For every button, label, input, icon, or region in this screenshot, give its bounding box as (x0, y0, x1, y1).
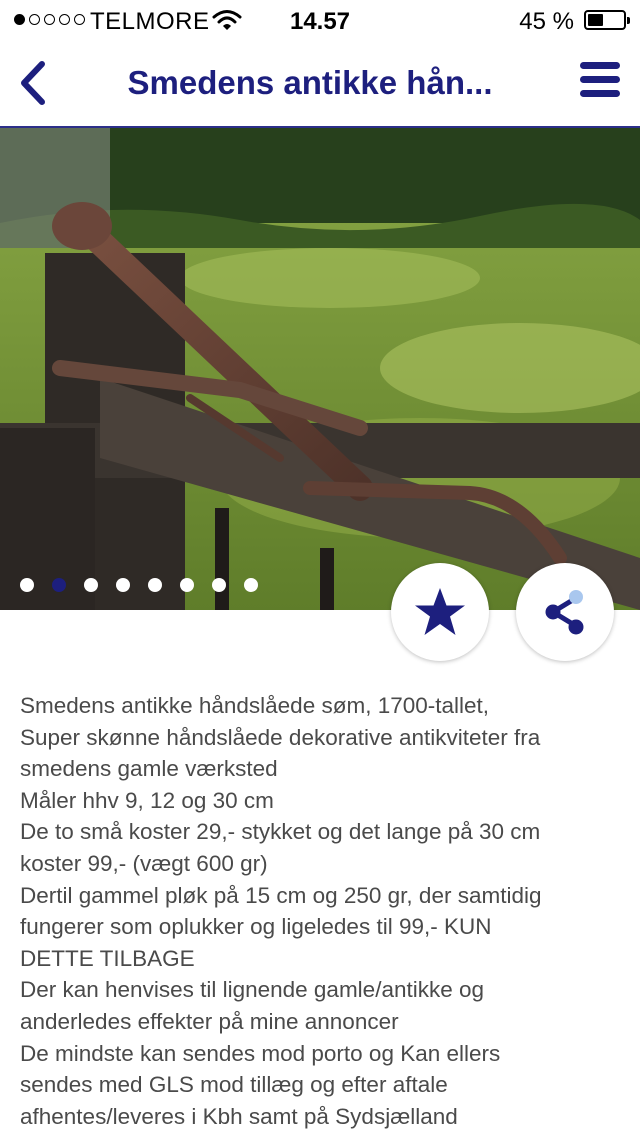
navigation-bar: Smedens antikke hån... (0, 40, 640, 128)
description-line: Måler hhv 9, 12 og 30 cm (20, 787, 274, 813)
back-button[interactable] (8, 54, 58, 112)
menu-button[interactable] (580, 62, 620, 104)
description-line: fungerer som oplukker og ligeledes til 9… (20, 914, 492, 940)
star-icon (415, 588, 465, 635)
description-line: koster 99,- (vægt 600 gr) (20, 850, 268, 876)
pager-dot[interactable] (212, 578, 226, 592)
gallery-pager (20, 578, 258, 592)
description-line: Der kan henvises til lignende gamle/anti… (20, 977, 485, 1003)
pager-dot[interactable] (116, 578, 130, 592)
pager-dot[interactable] (84, 578, 98, 592)
description-line: De to små koster 29,- stykket og det lan… (20, 819, 541, 845)
battery-icon (584, 10, 630, 30)
share-icon (545, 590, 584, 635)
hamburger-menu-icon (580, 62, 620, 69)
pager-dot[interactable] (20, 578, 34, 592)
description-line: Super skønne håndslåede dekorative antik… (20, 724, 541, 750)
battery-percentage: 45 % (519, 8, 574, 35)
listing-photo[interactable] (0, 128, 640, 610)
page-title: Smedens antikke hån... (127, 64, 493, 101)
pager-dot[interactable] (52, 578, 66, 592)
pager-dot[interactable] (244, 578, 258, 592)
description-line: Dertil gammel pløk på 15 cm og 250 gr, d… (20, 882, 542, 908)
description-line: sendes med GLS mod tillæg og efter aftal… (20, 1072, 448, 1098)
description-line: Smedens antikke håndslåede søm, 1700-tal… (20, 693, 490, 718)
description-line: afhentes/leveres i Kbh samt på Sydsjælla… (20, 1103, 458, 1129)
description-line: smedens gamle værksted (20, 756, 278, 782)
description-line: De mindste kan sendes mod porto og Kan e… (20, 1040, 501, 1066)
listing-description: Smedens antikke håndslåede søm, 1700-tal… (20, 690, 630, 1132)
description-line: DETTE TILBAGE (20, 945, 195, 971)
pager-dot[interactable] (180, 578, 194, 592)
chevron-left-icon (21, 61, 45, 105)
pager-dot[interactable] (148, 578, 162, 592)
share-button[interactable] (516, 563, 614, 661)
description-line: anderledes effekter på mine annoncer (20, 1008, 399, 1034)
status-bar: TELMORE 14.57 45 % (0, 0, 640, 40)
favorite-button[interactable] (391, 563, 489, 661)
